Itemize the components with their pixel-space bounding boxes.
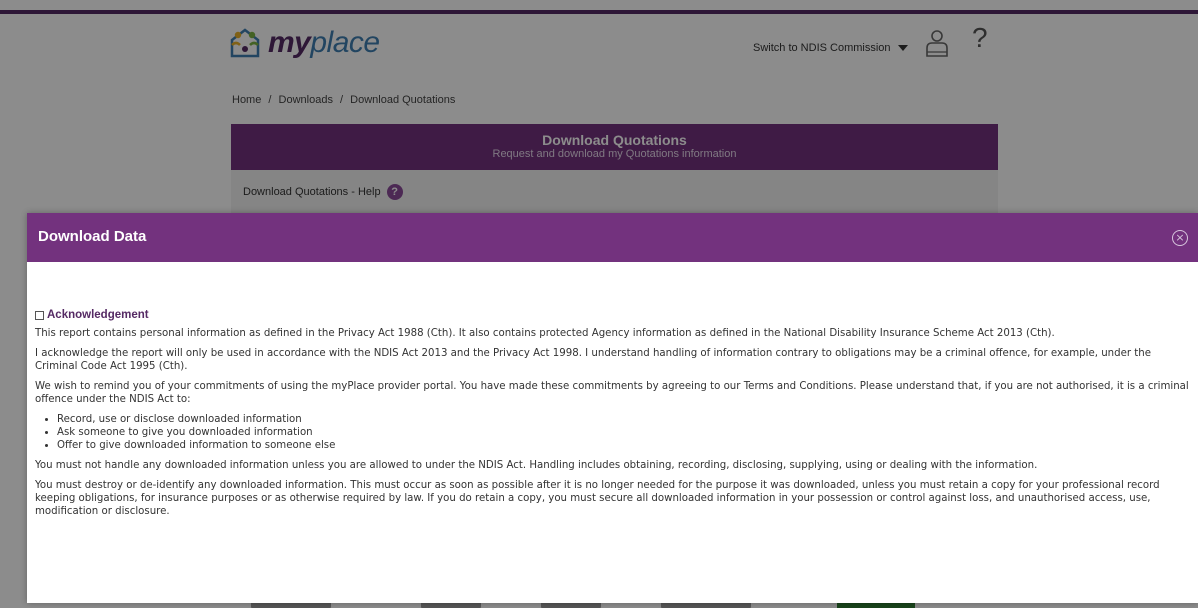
acknowledgement-checkbox-row[interactable]: Acknowledgement: [35, 309, 1190, 322]
modal-title: Download Data: [38, 228, 147, 245]
list-item: Offer to give downloaded information to …: [57, 439, 1190, 452]
close-icon[interactable]: ×: [1172, 230, 1188, 246]
handling-paragraph: You must not handle any downloaded infor…: [35, 460, 1038, 471]
list-item: Record, use or disclose downloaded infor…: [57, 413, 1190, 426]
list-item: Ask someone to give you downloaded infor…: [57, 426, 1190, 439]
acknowledgement-checkbox[interactable]: [35, 311, 44, 320]
modal-header: Download Data ×: [27, 213, 1198, 262]
acknowledgement-label: Acknowledgement: [47, 309, 149, 321]
offence-list: Record, use or disclose downloaded infor…: [57, 413, 1190, 452]
commitments-paragraph: We wish to remind you of your commitment…: [35, 381, 1189, 405]
destroy-paragraph: You must destroy or de-identify any down…: [35, 480, 1160, 517]
privacy-paragraph: This report contains personal informatio…: [35, 328, 1055, 339]
download-data-modal: Download Data × Acknowledgement This rep…: [27, 213, 1198, 603]
acknowledge-paragraph: I acknowledge the report will only be us…: [35, 348, 1151, 372]
modal-body: Acknowledgement This report contains per…: [35, 309, 1190, 525]
